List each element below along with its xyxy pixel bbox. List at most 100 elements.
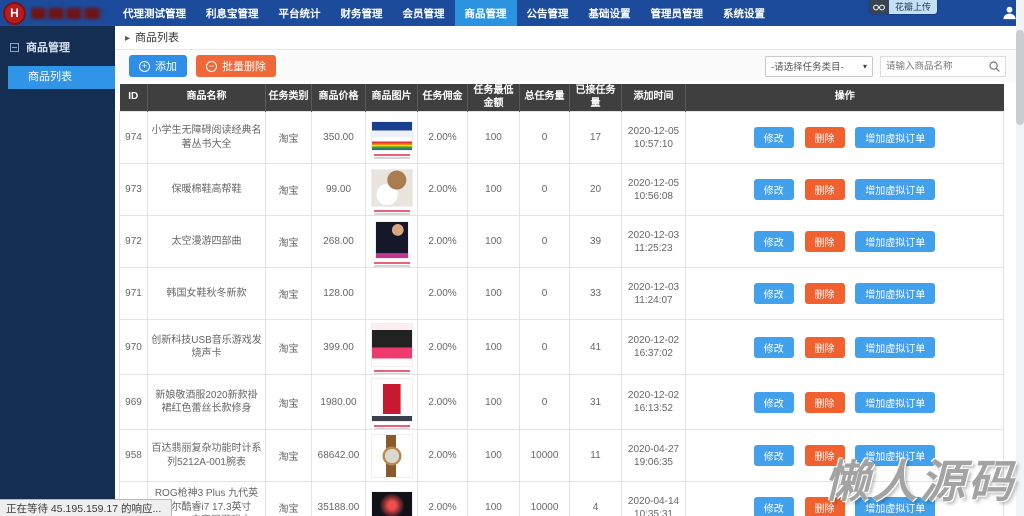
column-header: 已接任务量 bbox=[570, 84, 622, 112]
cell-total-tasks: 10000 bbox=[520, 482, 570, 516]
add-virtual-order-button[interactable]: 增加虚拟订单 bbox=[855, 445, 935, 466]
add-virtual-order-button[interactable]: 增加虚拟订单 bbox=[855, 497, 935, 516]
cell-id: 971 bbox=[120, 268, 148, 320]
delete-button[interactable]: 删除 bbox=[805, 445, 845, 466]
cell-total-tasks: 0 bbox=[520, 375, 570, 430]
batch-delete-label: 批量删除 bbox=[222, 58, 266, 74]
cell-add-time: 2020-12-02 16:13:52 bbox=[622, 375, 686, 430]
edit-button[interactable]: 修改 bbox=[754, 283, 794, 304]
cell-add-time: 2020-12-05 10:57:10 bbox=[622, 112, 686, 164]
cell-product-name: 新娘敬酒服2020新款褂裙红色蕾丝长款修身 bbox=[148, 375, 266, 430]
edit-button[interactable]: 修改 bbox=[754, 497, 794, 516]
cell-task-category: 淘宝 bbox=[266, 216, 312, 268]
table-row: 969 新娘敬酒服2020新款褂裙红色蕾丝长款修身 淘宝 1980.00 2.0… bbox=[120, 375, 1004, 430]
delete-button[interactable]: 删除 bbox=[805, 231, 845, 252]
search-icon[interactable] bbox=[989, 61, 1000, 72]
cell-product-name: 创新科技USB音乐游戏发烧声卡 bbox=[148, 320, 266, 375]
delete-button[interactable]: 删除 bbox=[805, 392, 845, 413]
delete-button[interactable]: 删除 bbox=[805, 127, 845, 148]
cell-product-image bbox=[366, 430, 418, 482]
cell-add-time: 2020-12-05 10:56:08 bbox=[622, 164, 686, 216]
cell-product-image bbox=[366, 268, 418, 320]
delete-button[interactable]: 删除 bbox=[805, 283, 845, 304]
cell-commission: 2.00% bbox=[418, 112, 468, 164]
edit-button[interactable]: 修改 bbox=[754, 231, 794, 252]
product-thumbnail bbox=[371, 378, 413, 422]
sidebar-section-label: 商品管理 bbox=[26, 39, 70, 55]
add-virtual-order-button[interactable]: 增加虚拟订单 bbox=[855, 127, 935, 148]
cell-price: 350.00 bbox=[312, 112, 366, 164]
breadcrumb-arrow-icon: ▸ bbox=[125, 33, 130, 44]
nav-menu-item[interactable]: 利息宝管理 bbox=[196, 0, 269, 26]
delete-button[interactable]: 删除 bbox=[805, 497, 845, 516]
product-name-input[interactable] bbox=[881, 61, 983, 72]
nav-menu-item[interactable]: 基础设置 bbox=[579, 0, 641, 26]
delete-button[interactable]: 删除 bbox=[805, 179, 845, 200]
glasses-icon bbox=[870, 0, 889, 14]
edit-button[interactable]: 修改 bbox=[754, 179, 794, 200]
nav-menu-item[interactable]: 会员管理 bbox=[393, 0, 455, 26]
add-virtual-order-button[interactable]: 增加虚拟订单 bbox=[855, 337, 935, 358]
edit-button[interactable]: 修改 bbox=[754, 392, 794, 413]
edit-button[interactable]: 修改 bbox=[754, 337, 794, 358]
cell-total-tasks: 0 bbox=[520, 320, 570, 375]
add-virtual-order-button[interactable]: 增加虚拟订单 bbox=[855, 231, 935, 252]
toolbar: + 添加 − 批量删除 -请选择任务类目- ▾ bbox=[115, 50, 1016, 82]
table-row: 957 ROG枪神3 Plus 九代英特尔酷睿i7 17.3英寸 240Hz电竞… bbox=[120, 482, 1004, 516]
cell-actions: 修改 删除 增加虚拟订单 bbox=[686, 430, 1004, 482]
product-table: ID商品名称任务类别商品价格商品图片任务佣金任务最低金额总任务量已接任务量添加时… bbox=[119, 84, 1004, 516]
nav-menu-item[interactable]: 商品管理 bbox=[455, 0, 517, 26]
nav-menu-item[interactable]: 财务管理 bbox=[331, 0, 393, 26]
cell-add-time: 2020-04-14 10:35:31 bbox=[622, 482, 686, 516]
add-button[interactable]: + 添加 bbox=[129, 55, 187, 77]
cell-actions: 修改 删除 增加虚拟订单 bbox=[686, 164, 1004, 216]
brand-text-blurred bbox=[31, 8, 103, 19]
column-header: 任务类别 bbox=[266, 84, 312, 112]
cell-actions: 修改 删除 增加虚拟订单 bbox=[686, 482, 1004, 516]
task-category-select[interactable]: -请选择任务类目- ▾ bbox=[765, 56, 873, 77]
column-header: 任务最低金额 bbox=[468, 84, 520, 112]
delete-button[interactable]: 删除 bbox=[805, 337, 845, 358]
nav-menu-item[interactable]: 公告管理 bbox=[517, 0, 579, 26]
nav-menu-item[interactable]: 代理测试管理 bbox=[113, 0, 196, 26]
nav-menu-item[interactable]: 系统设置 bbox=[713, 0, 775, 26]
cell-price: 99.00 bbox=[312, 164, 366, 216]
cell-taken-tasks: 11 bbox=[570, 430, 622, 482]
vertical-scrollbar[interactable] bbox=[1016, 0, 1024, 516]
batch-delete-button[interactable]: − 批量删除 bbox=[196, 55, 276, 77]
nav-menu-item[interactable]: 平台统计 bbox=[269, 0, 331, 26]
cell-task-category: 淘宝 bbox=[266, 320, 312, 375]
circle-minus-icon: − bbox=[206, 61, 217, 72]
cell-actions: 修改 删除 增加虚拟订单 bbox=[686, 112, 1004, 164]
cell-add-time: 2020-12-03 11:24:07 bbox=[622, 268, 686, 320]
cell-min-amount: 100 bbox=[468, 430, 520, 482]
sidebar-item-product-list[interactable]: 商品列表 bbox=[8, 66, 115, 89]
cell-id: 972 bbox=[120, 216, 148, 268]
cell-commission: 2.00% bbox=[418, 216, 468, 268]
cell-min-amount: 100 bbox=[468, 268, 520, 320]
column-header: 任务佣金 bbox=[418, 84, 468, 112]
add-virtual-order-button[interactable]: 增加虚拟订单 bbox=[855, 392, 935, 413]
user-icon[interactable] bbox=[1002, 5, 1017, 20]
cell-id: 973 bbox=[120, 164, 148, 216]
cell-product-image bbox=[366, 164, 418, 216]
sidebar-section-product-management[interactable]: 商品管理 bbox=[0, 26, 115, 66]
main-menu: 代理测试管理利息宝管理平台统计财务管理会员管理商品管理公告管理基础设置管理员管理… bbox=[113, 0, 775, 26]
extension-badge[interactable]: 花瓣上传 bbox=[870, 0, 937, 14]
collapse-icon bbox=[10, 43, 19, 52]
cell-product-name: 百达翡丽复杂功能时计系列5212A-001腕表 bbox=[148, 430, 266, 482]
cell-taken-tasks: 20 bbox=[570, 164, 622, 216]
cell-commission: 2.00% bbox=[418, 164, 468, 216]
cell-task-category: 淘宝 bbox=[266, 112, 312, 164]
cell-price: 1980.00 bbox=[312, 375, 366, 430]
edit-button[interactable]: 修改 bbox=[754, 445, 794, 466]
add-virtual-order-button[interactable]: 增加虚拟订单 bbox=[855, 179, 935, 200]
column-header: 商品名称 bbox=[148, 84, 266, 112]
edit-button[interactable]: 修改 bbox=[754, 127, 794, 148]
column-header: ID bbox=[120, 84, 148, 112]
scrollbar-thumb[interactable] bbox=[1016, 30, 1024, 125]
nav-menu-item[interactable]: 管理员管理 bbox=[641, 0, 714, 26]
cell-task-category: 淘宝 bbox=[266, 375, 312, 430]
cell-actions: 修改 删除 增加虚拟订单 bbox=[686, 216, 1004, 268]
add-virtual-order-button[interactable]: 增加虚拟订单 bbox=[855, 283, 935, 304]
